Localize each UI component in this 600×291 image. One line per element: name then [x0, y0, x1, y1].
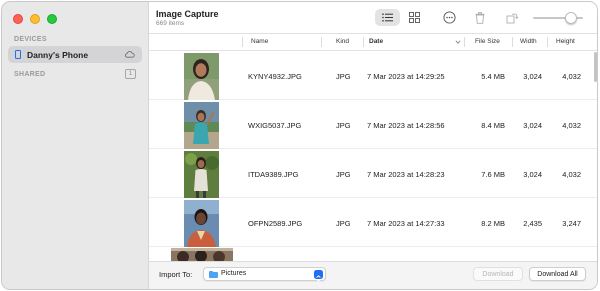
minimize-window-button[interactable] — [30, 14, 40, 24]
column-header-kind[interactable]: Kind — [336, 38, 349, 45]
table-row[interactable]: ITDA9389.JPG JPG 7 Mar 2023 at 14:28:23 … — [149, 150, 597, 198]
import-destination-value: Pictures — [221, 270, 247, 277]
iphone-icon — [15, 50, 21, 59]
column-header-name[interactable]: Name — [251, 38, 268, 45]
slider-knob[interactable] — [565, 12, 578, 24]
thumbnail-size-slider[interactable] — [533, 12, 583, 24]
file-date: 7 Mar 2023 at 14:29:25 — [367, 72, 445, 81]
table-header: Name Kind Date File Size Width Height — [149, 34, 597, 51]
up-down-chevron-icon — [314, 270, 323, 282]
file-date: 7 Mar 2023 at 14:28:23 — [367, 170, 445, 179]
file-date: 7 Mar 2023 at 14:28:56 — [367, 121, 445, 130]
image-height: 4,032 — [562, 170, 581, 179]
folder-icon — [209, 271, 218, 278]
zoom-window-button[interactable] — [47, 14, 57, 24]
image-width: 3,024 — [523, 72, 542, 81]
image-capture-window: DEVICES Danny's Phone SHARED 1 Image Cap… — [1, 1, 598, 290]
image-height: 4,032 — [562, 72, 581, 81]
image-height: 3,247 — [562, 219, 581, 228]
chevron-down-icon — [455, 40, 461, 44]
delete-button[interactable] — [473, 9, 487, 26]
table-row[interactable]: KYNY4932.JPG JPG 7 Mar 2023 at 14:29:25 … — [149, 52, 597, 100]
file-name: WXIG5037.JPG — [248, 121, 302, 130]
file-kind: JPG — [336, 121, 351, 130]
more-options-button[interactable] — [442, 9, 456, 26]
shared-header: SHARED — [14, 71, 46, 78]
image-height: 4,032 — [562, 121, 581, 130]
file-name: ITDA9389.JPG — [248, 170, 299, 179]
toolbar: Image Capture 669 items — [149, 2, 597, 34]
photo-thumbnail — [184, 200, 219, 247]
download-button[interactable]: Download — [473, 267, 523, 281]
column-header-height[interactable]: Height — [556, 38, 575, 45]
photo-thumbnail — [184, 102, 219, 149]
column-header-width[interactable]: Width — [520, 38, 537, 45]
column-header-file-size[interactable]: File Size — [475, 38, 500, 45]
import-to-label: Import To: — [159, 270, 193, 279]
file-kind: JPG — [336, 170, 351, 179]
import-footer: Import To: Pictures Download Download Al… — [149, 261, 597, 289]
file-size: 7.6 MB — [481, 170, 505, 179]
image-width: 2,435 — [523, 219, 542, 228]
photo-thumbnail — [184, 151, 219, 198]
image-width: 3,024 — [523, 121, 542, 130]
file-size: 8.2 MB — [481, 219, 505, 228]
close-window-button[interactable] — [13, 14, 23, 24]
file-date: 7 Mar 2023 at 14:27:33 — [367, 219, 445, 228]
table-row[interactable] — [149, 248, 597, 261]
file-name: OFPN2589.JPG — [248, 219, 303, 228]
table-row[interactable]: OFPN2589.JPG JPG 7 Mar 2023 at 14:27:33 … — [149, 199, 597, 247]
trash-icon — [475, 11, 485, 24]
window-title: Image Capture — [156, 9, 219, 19]
file-kind: JPG — [336, 72, 351, 81]
device-name: Danny's Phone — [27, 49, 89, 60]
column-header-date[interactable]: Date — [369, 38, 383, 45]
file-size: 5.4 MB — [481, 72, 505, 81]
vertical-scrollbar[interactable] — [594, 52, 597, 82]
file-name: KYNY4932.JPG — [248, 72, 302, 81]
file-kind: JPG — [336, 219, 351, 228]
grid-view-icon — [408, 12, 420, 23]
devices-header: DEVICES — [14, 36, 47, 43]
list-view-icon — [382, 13, 393, 22]
grid-view-button[interactable] — [407, 9, 421, 26]
image-width: 3,024 — [523, 170, 542, 179]
photo-thumbnail — [184, 53, 219, 100]
item-count: 669 items — [156, 20, 185, 27]
icloud-icon — [125, 51, 135, 58]
file-table: Name Kind Date File Size Width Height KY… — [149, 34, 597, 261]
list-view-button[interactable] — [375, 9, 400, 26]
photo-thumbnail — [171, 248, 233, 261]
shared-count-badge[interactable]: 1 — [125, 69, 136, 79]
file-size: 8.4 MB — [481, 121, 505, 130]
more-icon — [442, 11, 456, 24]
import-destination-select[interactable]: Pictures — [203, 267, 326, 282]
download-all-button[interactable]: Download All — [529, 267, 586, 281]
sidebar: DEVICES Danny's Phone SHARED 1 — [2, 2, 149, 289]
rotate-icon — [506, 13, 518, 23]
window-controls — [13, 14, 57, 24]
rotate-button[interactable] — [505, 9, 519, 26]
sidebar-item-danny-phone[interactable]: Danny's Phone — [8, 46, 142, 63]
table-row[interactable]: WXIG5037.JPG JPG 7 Mar 2023 at 14:28:56 … — [149, 101, 597, 149]
